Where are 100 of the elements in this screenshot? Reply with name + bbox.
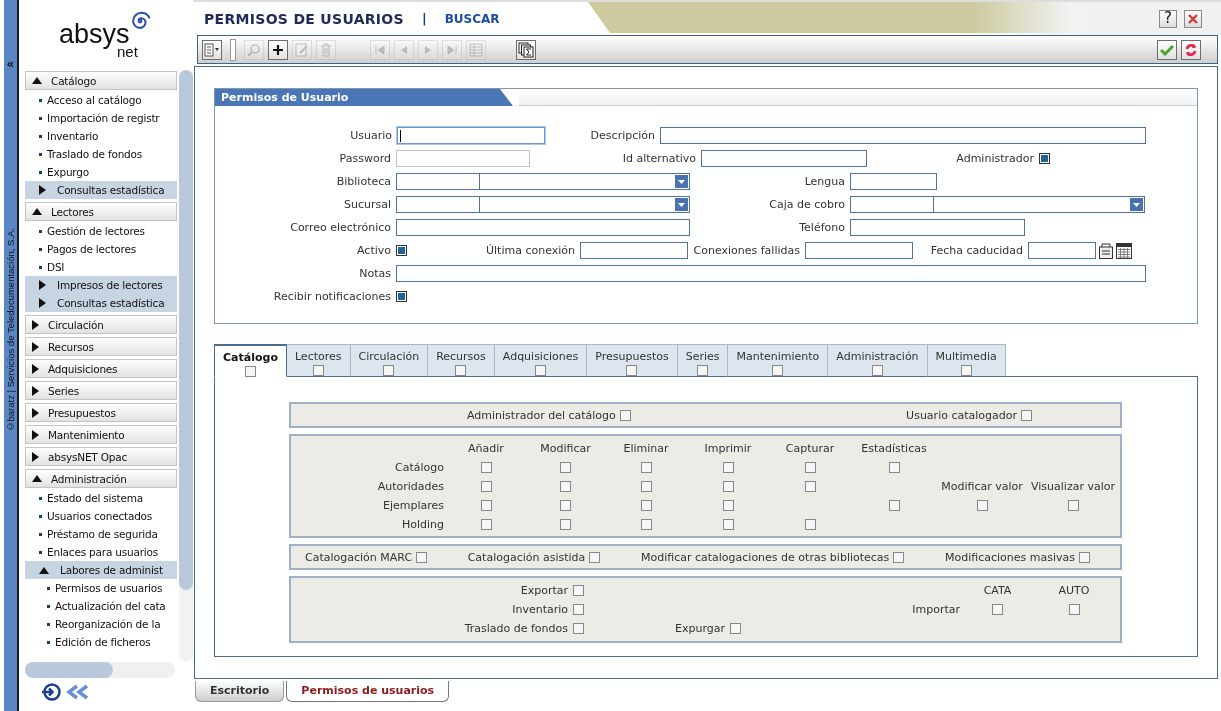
input-field[interactable] [580,242,688,259]
menu-section-header[interactable]: Adquisiciones [25,359,177,378]
checkbox[interactable] [640,481,652,492]
menu-group[interactable]: Consultas estadística [25,294,177,312]
checkbox[interactable] [560,481,571,492]
menu-item[interactable]: Permisos de usuarios [55,582,163,594]
tab[interactable]: Catálogo [214,344,287,377]
password-field[interactable] [396,150,530,167]
tab[interactable]: Presupuestos [587,344,678,377]
checkbox[interactable] [383,365,395,376]
checkbox[interactable] [480,519,492,530]
input-field[interactable] [850,173,937,190]
checkbox[interactable] [455,365,467,376]
checkbox[interactable] [976,500,988,511]
tab[interactable]: Escritorio [195,681,285,702]
checkbox[interactable] [640,462,652,473]
input-field[interactable] [805,242,913,259]
vertical-scrollbar[interactable] [179,70,193,662]
add-button[interactable] [268,39,288,60]
checkbox[interactable] [1068,604,1080,615]
dropdown-field[interactable] [396,173,690,190]
checkbox[interactable] [572,604,584,615]
calendar-icon[interactable] [1116,242,1132,259]
checkbox[interactable] [312,365,324,376]
checkbox[interactable] [560,500,571,511]
checkbox[interactable] [697,365,709,376]
menu-group[interactable]: Consultas estadística [25,181,177,199]
menu-item[interactable]: Usuarios conectados [47,510,153,522]
checkbox[interactable] [572,585,584,596]
checkbox[interactable] [960,365,972,376]
checkbox[interactable] [888,500,900,511]
menu-item[interactable]: Inventario [47,130,99,142]
checkbox[interactable] [480,500,492,511]
close-button[interactable] [1184,9,1202,28]
checkbox[interactable] [804,519,816,530]
checkbox[interactable] [1067,500,1079,511]
calendar-clear-icon[interactable] [1099,242,1113,259]
checkbox[interactable] [722,481,734,492]
tab[interactable]: Circulación [350,344,429,377]
menu-item[interactable]: Estado del sistema [47,492,143,504]
checkbox[interactable] [772,365,784,376]
checkbox[interactable] [804,481,816,492]
checkbox[interactable] [626,365,638,376]
double-chevron-left-icon[interactable] [66,684,90,700]
menu-section-header[interactable]: Circulación [25,315,177,334]
checkbox[interactable] [244,366,256,377]
list-menu-button[interactable] [202,39,222,60]
checkbox[interactable] [396,291,407,302]
checkbox[interactable] [535,365,546,376]
menu-section-header[interactable]: absysNET Opac [25,447,177,466]
menu-section-header[interactable]: Administración [25,469,177,488]
menu-item[interactable]: Enlaces para usuarios [47,546,158,558]
menu-section-header[interactable]: Series [25,381,177,400]
menu-group[interactable]: Labores de administ [25,561,177,579]
input-field[interactable] [850,219,1025,236]
checkbox[interactable] [619,409,631,421]
checkbox[interactable] [1078,551,1090,563]
menu-item[interactable]: Reorganización de la [55,618,161,630]
tab[interactable]: Administración [828,344,928,377]
tab[interactable]: Permisos de usuarios [286,681,450,702]
menu-item[interactable]: Expurgo [47,166,89,178]
checkbox[interactable] [992,604,1003,615]
checkbox[interactable] [1021,409,1032,421]
help-button[interactable]: ? [1159,9,1177,28]
collapse-glyph[interactable]: « [6,58,15,70]
statistics-button[interactable] [516,39,536,60]
dropdown-field[interactable] [396,196,690,213]
confirm-button[interactable] [1157,39,1177,60]
checkbox[interactable] [893,551,905,563]
input-field[interactable] [397,127,545,144]
checkbox[interactable] [640,519,652,530]
refresh-button[interactable] [1181,39,1201,60]
search-link[interactable]: BUSCAR [444,11,500,26]
menu-section-header[interactable]: Mantenimiento [25,425,177,444]
tab[interactable]: Recursos [428,344,495,377]
tab[interactable]: Mantenimiento [728,344,829,377]
menu-group[interactable]: Impresos de lectores [25,276,177,294]
checkbox[interactable] [722,462,734,473]
checkbox[interactable] [589,551,601,563]
input-field[interactable] [396,219,690,236]
menu-item[interactable]: Traslado de fondos [47,148,143,160]
menu-item[interactable]: Préstamo de segurida [47,528,158,540]
menu-item[interactable]: Gestión de lectores [47,225,145,237]
toolbar-handle[interactable] [230,38,236,61]
input-field[interactable] [701,150,867,167]
menu-item[interactable]: Acceso al catálogo [47,94,142,106]
menu-section-header[interactable]: Catálogo [25,71,177,90]
tab[interactable]: Adquisiciones [494,344,588,377]
checkbox[interactable] [560,519,571,530]
checkbox[interactable] [480,462,492,473]
menu-section-header[interactable]: Lectores [25,202,177,221]
menu-item[interactable]: Pagos de lectores [47,243,136,255]
checkbox[interactable] [572,623,584,634]
tab[interactable]: Multimedia [927,344,1006,377]
input-field[interactable] [396,265,1146,282]
tab[interactable]: Lectores [286,344,351,377]
menu-section-header[interactable]: Presupuestos [25,403,177,422]
checkbox[interactable] [888,462,900,473]
checkbox[interactable] [804,462,816,473]
checkbox[interactable] [480,481,492,492]
